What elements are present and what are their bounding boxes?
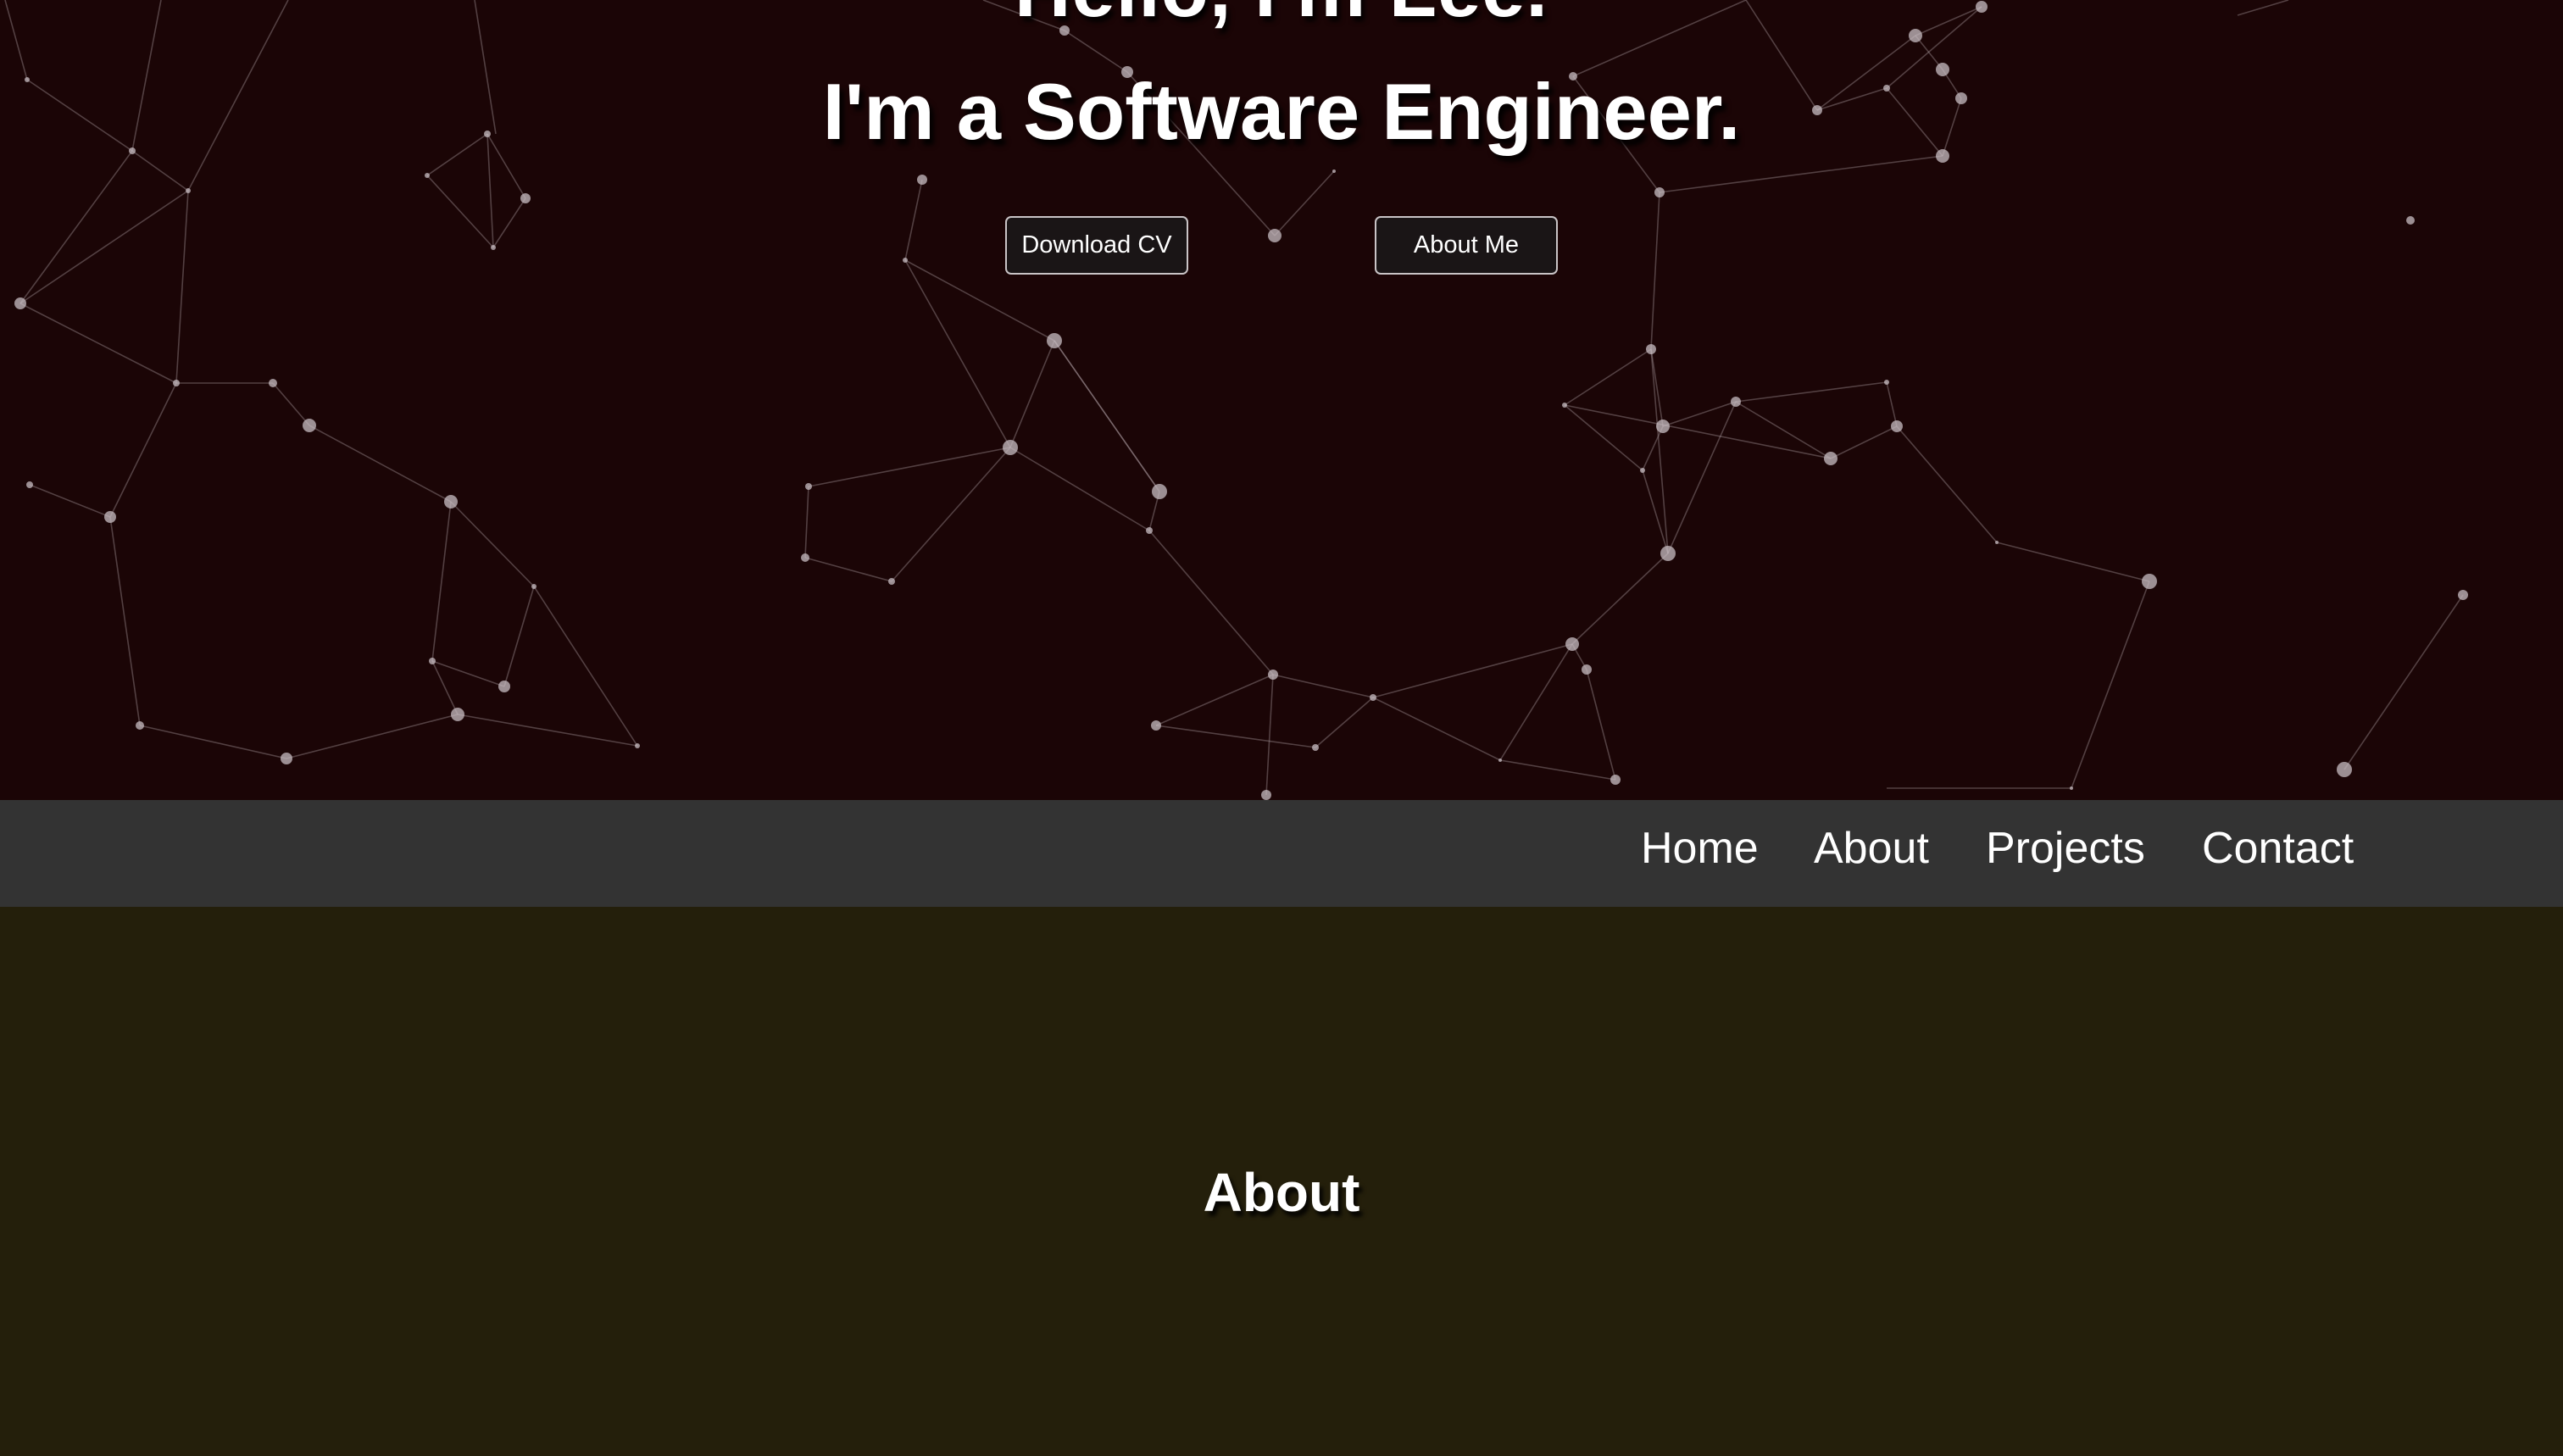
nav-link-projects[interactable]: Projects <box>1986 822 2145 875</box>
about-heading: About <box>1203 1162 1360 1223</box>
main-navbar: Home About Projects Contact <box>0 800 2563 907</box>
about-me-button[interactable]: About Me <box>1375 216 1558 275</box>
nav-link-home[interactable]: Home <box>1641 822 1759 875</box>
nav-link-contact[interactable]: Contact <box>2202 822 2354 875</box>
nav-link-about[interactable]: About <box>1814 822 1929 875</box>
about-section: About <box>0 907 2563 1456</box>
download-cv-button[interactable]: Download CV <box>1005 216 1188 275</box>
hero-headline: Hello, I'm Lee. <box>0 0 2563 35</box>
hero-role-title: I'm a Software Engineer. <box>822 67 1741 156</box>
hero-section: Hello, I'm Lee. I'm a Software Engineer.… <box>0 0 2563 800</box>
